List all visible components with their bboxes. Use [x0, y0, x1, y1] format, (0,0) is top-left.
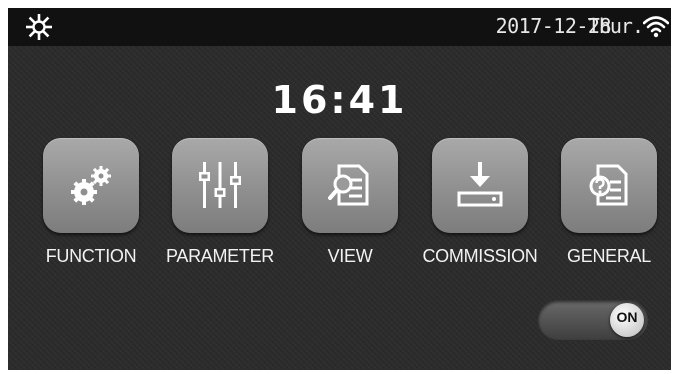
screen: 2017-12-28 Thur. 16:41 FUNCTION PARAMETE… [8, 8, 671, 370]
clock-display: 16:41 [271, 78, 408, 122]
document-search-icon [328, 164, 369, 206]
parameter-label: PARAMETER [166, 246, 274, 266]
status-bar: 2017-12-28 Thur. [8, 8, 671, 46]
function-label: FUNCTION [45, 246, 137, 266]
general-label: GENERAL [567, 246, 651, 266]
view-label: VIEW [327, 246, 373, 266]
commission-button[interactable] [432, 138, 528, 233]
parameter-button[interactable] [172, 138, 268, 233]
function-button[interactable] [43, 138, 139, 233]
download-icon [457, 162, 503, 207]
power-toggle[interactable]: ON [538, 300, 648, 340]
wifi-icon [643, 16, 669, 38]
general-button[interactable] [561, 138, 657, 233]
view-button[interactable] [302, 138, 398, 233]
toggle-label: ON [616, 309, 638, 325]
gears-icon [71, 166, 111, 205]
weekday-display: Thur. [587, 14, 644, 38]
sun-icon[interactable] [26, 14, 52, 40]
document-help-icon [589, 164, 628, 206]
sliders-icon [199, 162, 241, 208]
commission-label: COMMISSION [422, 246, 538, 266]
